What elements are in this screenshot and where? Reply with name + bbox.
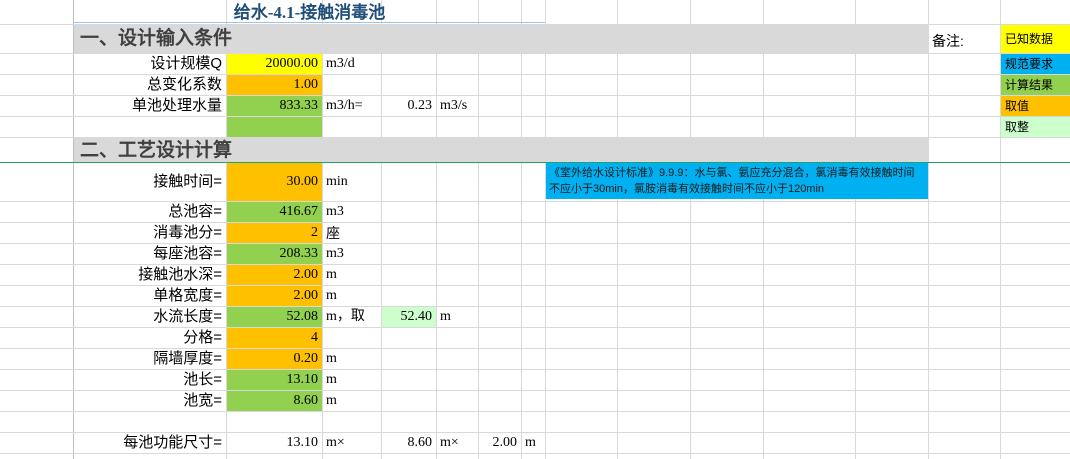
flow-unit[interactable]: m3/h= [323, 96, 381, 116]
flow-value[interactable]: 833.33 [227, 96, 322, 116]
tank-volume-unit[interactable]: m3 [323, 244, 381, 264]
cell-width-unit[interactable]: m [323, 286, 381, 306]
pool-dimensions-width[interactable]: 8.60 [382, 433, 436, 453]
row-divider [0, 116, 1070, 117]
pool-width-label[interactable]: 池宽= [74, 391, 226, 411]
section-input-header[interactable]: 一、设计输入条件 [74, 25, 928, 53]
section-calc-header[interactable]: 二、工艺设计计算 [74, 138, 928, 162]
tanks-label[interactable]: 消毒池分= [74, 223, 226, 243]
total-volume-label[interactable]: 总池容= [74, 202, 226, 222]
depth-unit[interactable]: m [323, 265, 381, 285]
sheet-title[interactable]: 给水-4.1-接触消毒池 [74, 3, 545, 23]
legend-calc-result[interactable]: 计算结果 [1001, 75, 1070, 95]
scale-label[interactable]: 设计规模Q [74, 54, 226, 74]
tank-volume-value[interactable]: 208.33 [227, 244, 322, 264]
legend-known-data[interactable]: 已知数据 [1001, 25, 1070, 53]
cells-value[interactable]: 4 [227, 328, 322, 348]
contact-time-value[interactable]: 30.00 [227, 163, 322, 201]
note-label[interactable]: 备注: [930, 32, 998, 50]
cells-label[interactable]: 分格= [74, 328, 226, 348]
tank-volume-label[interactable]: 每座池容= [74, 244, 226, 264]
wall-thickness-unit[interactable]: m [323, 349, 381, 369]
flow-length-value[interactable]: 52.08 [227, 307, 322, 327]
flow-unit-secondary[interactable]: m3/s [437, 96, 478, 116]
pool-dimensions-label[interactable]: 每池功能尺寸= [74, 433, 226, 453]
depth-value[interactable]: 2.00 [227, 265, 322, 285]
pool-dimensions-depth[interactable]: 2.00 [479, 433, 521, 453]
scale-unit[interactable]: m3/d [323, 54, 381, 74]
pool-length-label[interactable]: 池长= [74, 370, 226, 390]
flow-label[interactable]: 单池处理水量 [74, 96, 226, 116]
depth-label[interactable]: 接触池水深= [74, 265, 226, 285]
cell-width-value[interactable]: 2.00 [227, 286, 322, 306]
row-divider [0, 411, 1070, 412]
tanks-value[interactable]: 2 [227, 223, 322, 243]
scale-value[interactable]: 20000.00 [227, 54, 322, 74]
coef-value[interactable]: 1.00 [227, 75, 322, 95]
coef-label[interactable]: 总变化系数 [74, 75, 226, 95]
contact-time-label[interactable]: 接触时间= [74, 163, 226, 201]
total-volume-value[interactable]: 416.67 [227, 202, 322, 222]
pool-width-unit[interactable]: m [323, 391, 381, 411]
pool-width-value[interactable]: 8.60 [227, 391, 322, 411]
legend-spec-requirement[interactable]: 规范要求 [1001, 54, 1070, 74]
pool-dimensions-length-unit[interactable]: m× [323, 433, 381, 453]
pool-length-unit[interactable]: m [323, 370, 381, 390]
pool-length-value[interactable]: 13.10 [227, 370, 322, 390]
contact-time-unit[interactable]: min [323, 163, 381, 201]
pool-dimensions-length[interactable]: 13.10 [227, 433, 322, 453]
flow-length-taken-unit[interactable]: m [437, 307, 478, 327]
cell-width-label[interactable]: 单格宽度= [74, 286, 226, 306]
flow-length-unit[interactable]: m，取 [323, 307, 381, 327]
flow-length-taken[interactable]: 52.40 [382, 307, 436, 327]
total-volume-unit[interactable]: m3 [323, 202, 381, 222]
flow-value-cell-extension [227, 117, 322, 137]
flow-length-label[interactable]: 水流长度= [74, 307, 226, 327]
spec-requirement-note[interactable]: 《室外给水设计标准》9.9.9：水与氯、氨应充分混合，氯消毒有效接触时间不应小于… [546, 163, 928, 199]
legend-chosen-value[interactable]: 取值 [1001, 96, 1070, 116]
legend-rounded[interactable]: 取整 [1001, 117, 1070, 137]
wall-thickness-value[interactable]: 0.20 [227, 349, 322, 369]
pool-dimensions-depth-unit[interactable]: m [522, 433, 545, 453]
row-divider [0, 453, 1070, 454]
pool-dimensions-width-unit[interactable]: m× [437, 433, 478, 453]
tanks-unit[interactable]: 座 [323, 223, 381, 243]
wall-thickness-label[interactable]: 隔墙厚度= [74, 349, 226, 369]
flow-value-secondary[interactable]: 0.23 [382, 96, 436, 116]
